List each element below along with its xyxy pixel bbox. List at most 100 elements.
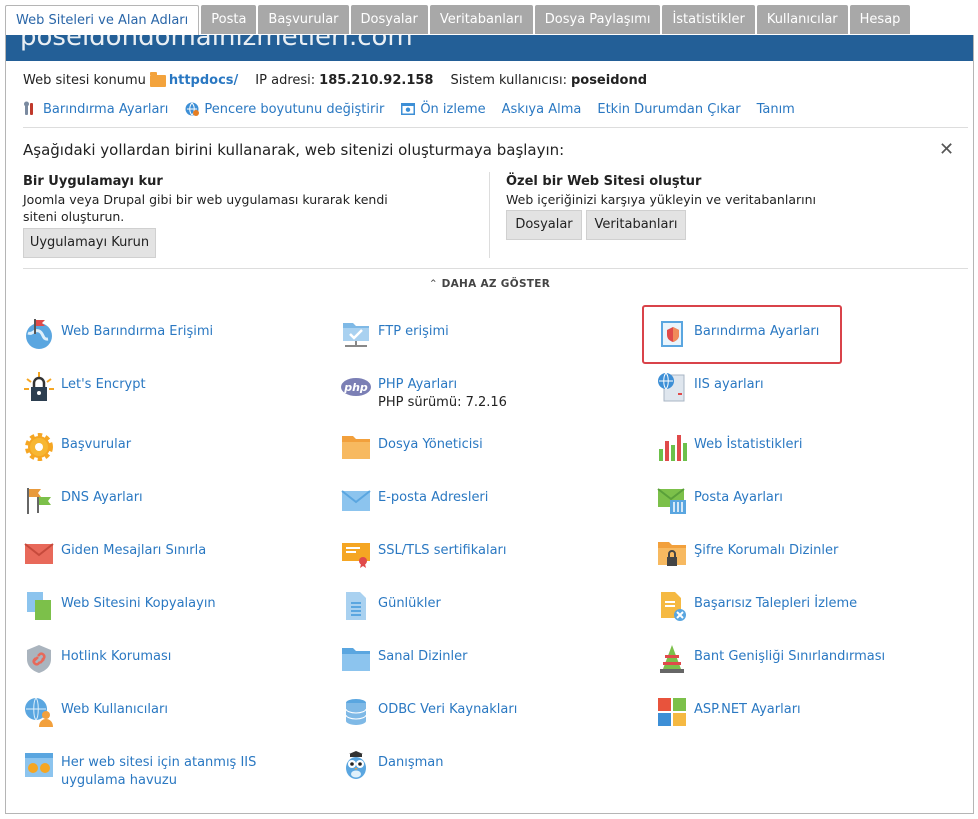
tool-label: IIS ayarları <box>694 377 764 392</box>
system-user-value: poseidond <box>570 73 647 88</box>
tab-databases[interactable]: Veritabanları <box>429 5 533 34</box>
tool-web-users[interactable]: Web Kullanıcıları <box>23 696 168 728</box>
description-label: Tanım <box>756 101 795 117</box>
tool-copy-website[interactable]: Web Sitesini Kopyalayın <box>23 590 216 622</box>
tool-file-manager[interactable]: Dosya Yöneticisi <box>340 431 483 463</box>
tab-websites-domains[interactable]: Web Siteleri ve Alan Adları <box>5 5 200 36</box>
web-user-icon <box>25 697 53 727</box>
tool-label: Danışman <box>378 755 444 770</box>
main-tabs: Web Siteleri ve Alan Adları Posta Başvur… <box>5 5 912 36</box>
suspend-label: Askıya Alma <box>501 101 582 117</box>
red-envelope-icon <box>24 543 54 564</box>
tool-dns-settings[interactable]: DNS Ayarları <box>23 484 143 516</box>
tool-ftp-access[interactable]: FTP erişimi <box>340 318 449 350</box>
svg-text:php: php <box>343 381 368 394</box>
tab-mail[interactable]: Posta <box>201 5 257 34</box>
resize-window-link[interactable]: Pencere boyutunu değiştirir <box>184 101 384 117</box>
folder-icon <box>342 436 370 459</box>
domain-header-bar: poseidondomainizmetleri.com <box>6 35 973 61</box>
envelope-icon <box>341 490 371 511</box>
hosting-settings-icon <box>661 321 683 347</box>
tab-users[interactable]: Kullanıcılar <box>756 5 848 34</box>
files-button[interactable]: Dosyalar <box>506 210 582 240</box>
suspend-link[interactable]: Askıya Alma <box>502 102 582 117</box>
tool-iis-settings[interactable]: IIS ayarları <box>656 371 764 403</box>
tool-hotlink-protection[interactable]: Hotlink Koruması <box>23 643 171 675</box>
preview-link[interactable]: Ön izleme <box>400 101 486 117</box>
tab-account[interactable]: Hesap <box>849 5 911 34</box>
tool-bandwidth-limit[interactable]: Bant Genişliği Sınırlandırması <box>656 643 885 675</box>
tool-advisor[interactable]: Danışman <box>340 749 443 781</box>
tool-label: ASP.NET Ayarları <box>694 702 801 717</box>
tool-email-addresses[interactable]: E-posta Adresleri <box>340 484 488 516</box>
deactivate-link[interactable]: Etkin Durumdan Çıkar <box>597 102 740 117</box>
blue-folder-icon <box>342 648 370 671</box>
app-pool-icon <box>25 753 53 777</box>
bar-chart-icon <box>659 435 687 461</box>
site-info-line: Web sitesi konumu httpdocs/ IP adresi: 1… <box>23 71 647 88</box>
tool-php-settings[interactable]: php PHP Ayarları PHP sürümü: 7.2.16 <box>340 371 507 412</box>
deactivate-label: Etkin Durumdan Çıkar <box>597 101 741 117</box>
tool-iis-app-pool[interactable]: Her web sitesi için atanmış IIS uygulama… <box>23 749 323 790</box>
database-icon <box>345 699 367 725</box>
tool-virtual-dirs[interactable]: Sanal Dizinler <box>340 643 467 675</box>
show-less-toggle[interactable]: DAHA AZ GÖSTER <box>6 278 973 290</box>
tool-failed-requests[interactable]: Başarısız Talepleri İzleme <box>656 590 857 622</box>
tool-applications[interactable]: Başvurular <box>23 431 131 463</box>
tool-label: Sanal Dizinler <box>378 649 468 664</box>
tool-aspnet-settings[interactable]: ASP.NET Ayarları <box>656 696 801 728</box>
ftp-folder-icon <box>343 323 369 347</box>
tool-label: Web Kullanıcıları <box>61 702 168 717</box>
hotlink-shield-icon <box>27 645 51 673</box>
tool-label: Şifre Korumalı Dizinler <box>694 543 839 558</box>
tool-protected-dirs[interactable]: Şifre Korumalı Dizinler <box>656 537 838 569</box>
site-actions: Barındırma Ayarları Pencere boyutunu değ… <box>23 101 811 117</box>
tool-hosting-settings[interactable]: Barındırma Ayarları <box>656 318 819 350</box>
tab-file-sharing[interactable]: Dosya Paylaşımı <box>534 5 661 34</box>
php-version-text: PHP sürümü: 7.2.16 <box>378 395 507 410</box>
lock-sun-icon <box>24 372 54 401</box>
tool-label: ODBC Veri Kaynakları <box>378 702 518 717</box>
divider <box>23 127 968 128</box>
tool-label: E-posta Adresleri <box>378 490 489 505</box>
globe-flag-icon <box>26 319 52 349</box>
tool-label: SSL/TLS sertifikaları <box>378 543 507 558</box>
tools-icon <box>23 101 39 117</box>
tool-web-hosting-access[interactable]: Web Barındırma Erişimi <box>23 318 213 350</box>
tab-files[interactable]: Dosyalar <box>350 5 428 34</box>
domain-panel: poseidondomainizmetleri.com Web sitesi k… <box>5 35 974 814</box>
location-link[interactable]: httpdocs/ <box>169 73 238 88</box>
tool-ssl-certificates[interactable]: SSL/TLS sertifikaları <box>340 537 507 569</box>
windows-grid-icon <box>658 698 686 726</box>
tool-label: Giden Mesajları Sınırla <box>61 543 207 558</box>
ip-value: 185.210.92.158 <box>319 73 434 88</box>
tool-label: Her web sitesi için atanmış IIS uygulama… <box>61 755 257 788</box>
tool-logs[interactable]: Günlükler <box>340 590 441 622</box>
mail-settings-icon <box>657 488 686 514</box>
description-link[interactable]: Tanım <box>757 102 795 117</box>
failed-requests-icon <box>661 592 686 621</box>
tool-label: Başarısız Talepleri İzleme <box>694 596 858 611</box>
tab-statistics[interactable]: İstatistikler <box>662 5 755 34</box>
tool-limit-outgoing[interactable]: Giden Mesajları Sınırla <box>23 537 206 569</box>
tool-web-statistics[interactable]: Web İstatistikleri <box>656 431 802 463</box>
tool-mail-settings[interactable]: Posta Ayarları <box>656 484 783 516</box>
tool-lets-encrypt[interactable]: Let's Encrypt <box>23 371 146 403</box>
preview-label: Ön izleme <box>420 101 486 117</box>
hosting-settings-link[interactable]: Barındırma Ayarları <box>23 101 168 117</box>
tool-odbc-sources[interactable]: ODBC Veri Kaynakları <box>340 696 517 728</box>
certificate-icon <box>342 543 370 568</box>
tool-label: Let's Encrypt <box>61 377 146 392</box>
install-app-button[interactable]: Uygulamayı Kurun <box>23 228 156 258</box>
tool-label: PHP Ayarları <box>378 377 458 392</box>
copy-pages-icon <box>27 592 51 620</box>
install-app-text: Joomla veya Drupal gibi bir web uygulama… <box>23 192 388 224</box>
resize-window-label: Pencere boyutunu değiştirir <box>204 101 385 117</box>
tab-applications[interactable]: Başvurular <box>258 5 349 34</box>
dns-flags-icon <box>27 488 51 514</box>
hosting-settings-label: Barındırma Ayarları <box>43 101 169 117</box>
close-icon[interactable]: ✕ <box>939 139 954 160</box>
databases-button[interactable]: Veritabanları <box>586 210 686 240</box>
vertical-divider <box>489 172 490 258</box>
install-app-option: Bir Uygulamayı kur Joomla veya Drupal gi… <box>23 173 423 225</box>
